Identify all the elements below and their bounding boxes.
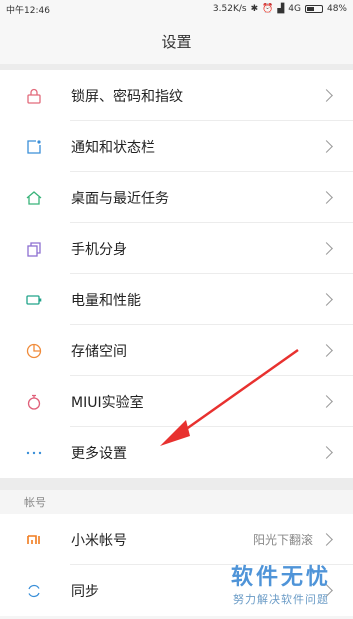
chevron-right-icon <box>320 140 333 153</box>
status-time: 中午12:46 <box>6 5 50 16</box>
settings-item-desktop[interactable]: 桌面与最近任务 <box>0 172 353 223</box>
sync-icon <box>24 581 44 601</box>
settings-item-battery[interactable]: 电量和性能 <box>0 274 353 325</box>
notification-icon <box>24 137 44 157</box>
settings-item-lockscreen[interactable]: 锁屏、密码和指纹 <box>0 70 353 121</box>
settings-item-label: 同步 <box>71 583 99 600</box>
stopwatch-icon <box>24 392 44 412</box>
account-list: 小米帐号 阳光下翻滚 同步 <box>0 514 353 616</box>
home-icon <box>24 188 44 208</box>
battery-percent: 48% <box>326 4 347 14</box>
chevron-right-icon <box>320 293 333 306</box>
network-type: 4G <box>288 4 301 14</box>
title-bar: 设置 <box>0 18 353 64</box>
clone-icon <box>24 239 44 259</box>
settings-item-label: 通知和状态栏 <box>71 139 155 156</box>
settings-item-sync[interactable]: 同步 <box>0 565 353 616</box>
battery-fill <box>306 7 314 11</box>
settings-item-mi-account[interactable]: 小米帐号 阳光下翻滚 <box>0 514 353 565</box>
chevron-right-icon <box>320 242 333 255</box>
chevron-right-icon <box>320 344 333 357</box>
settings-item-second-space[interactable]: 手机分身 <box>0 223 353 274</box>
network-speed: 3.52K/s <box>212 4 247 14</box>
section-header-label: 帐号 <box>24 496 46 509</box>
settings-item-storage[interactable]: 存储空间 <box>0 325 353 376</box>
divider <box>0 478 353 490</box>
section-header-account: 帐号 <box>0 490 353 514</box>
signal-icon: ▟ <box>277 4 285 14</box>
status-indicators: 3.52K/s ✱ ⏰ ▟ 4G 48% <box>213 4 347 14</box>
alarm-icon: ⏰ <box>262 4 274 14</box>
chevron-right-icon <box>320 533 333 546</box>
settings-item-label: MIUI实验室 <box>71 394 144 411</box>
chevron-right-icon <box>320 446 333 459</box>
settings-item-label: 桌面与最近任务 <box>71 190 169 207</box>
more-icon <box>24 443 44 463</box>
settings-item-label: 存储空间 <box>71 343 127 360</box>
settings-item-label: 电量和性能 <box>71 292 141 309</box>
mi-logo-icon <box>24 530 44 550</box>
page-title: 设置 <box>161 32 192 51</box>
settings-item-label: 锁屏、密码和指纹 <box>71 88 183 105</box>
chevron-right-icon <box>320 89 333 102</box>
chevron-right-icon <box>320 191 333 204</box>
status-bar: 中午12:46 3.52K/s ✱ ⏰ ▟ 4G 48% <box>0 0 353 18</box>
account-name: 阳光下翻滚 <box>252 533 313 547</box>
settings-item-label: 小米帐号 <box>71 532 127 549</box>
settings-item-label: 手机分身 <box>71 241 127 258</box>
settings-item-notifications[interactable]: 通知和状态栏 <box>0 121 353 172</box>
chevron-right-icon <box>320 395 333 408</box>
settings-list: 锁屏、密码和指纹 通知和状态栏 桌面与最近任务 手机分身 电量和性能 存储空间 … <box>0 70 353 478</box>
settings-item-more-settings[interactable]: 更多设置 <box>0 427 353 478</box>
lock-icon <box>24 86 44 106</box>
bluetooth-icon: ✱ <box>250 4 259 14</box>
battery-indicator <box>304 5 323 13</box>
storage-icon <box>24 341 44 361</box>
settings-item-miui-lab[interactable]: MIUI实验室 <box>0 376 353 427</box>
settings-item-label: 更多设置 <box>71 445 127 462</box>
chevron-right-icon <box>320 584 333 597</box>
battery-icon <box>24 290 44 310</box>
